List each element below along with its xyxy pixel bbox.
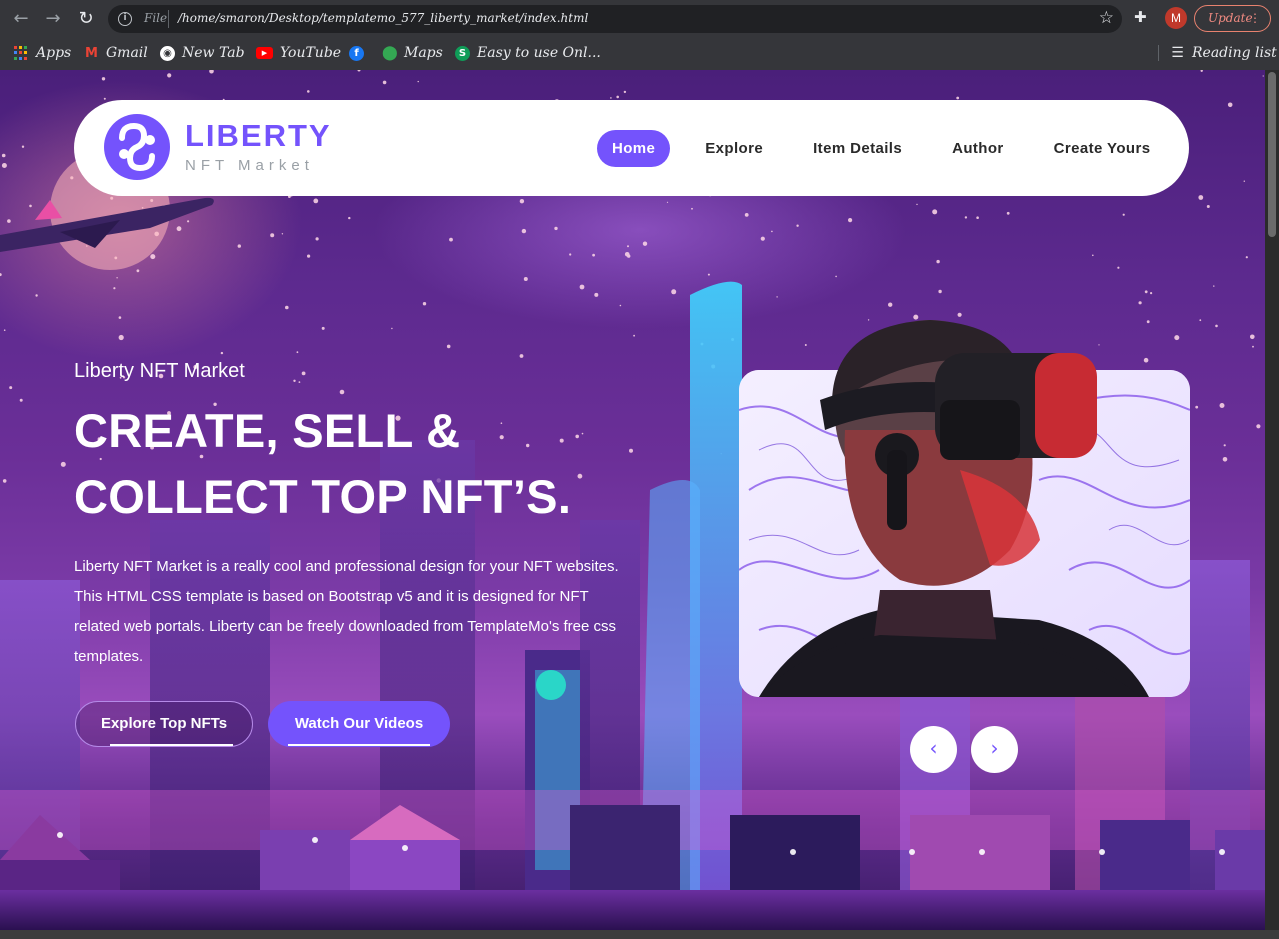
url-divider xyxy=(168,10,169,28)
bookmarks-divider xyxy=(1158,45,1159,61)
carousel-next-button[interactable]: › xyxy=(971,726,1018,773)
bookmark-easy-to-use[interactable]: S Easy to use Onl... xyxy=(455,42,601,64)
bottom-bar xyxy=(0,930,1279,939)
scrollbar-thumb[interactable] xyxy=(1268,72,1276,237)
s-site-icon: S xyxy=(455,45,470,61)
page-viewport: LIBERTY NFT Market Home Explore Item Det… xyxy=(0,70,1265,930)
back-arrow-icon[interactable]: ← xyxy=(10,8,32,30)
bookmark-maps[interactable]: ⬤ Maps xyxy=(382,42,443,64)
bookmark-star-icon[interactable]: ☆ xyxy=(1099,8,1114,28)
address-bar[interactable]: i File /home/smaron/Desktop/templatemo_5… xyxy=(108,5,1122,33)
youtube-icon: ▶ xyxy=(256,47,273,59)
url-scheme: File xyxy=(144,11,168,25)
bookmark-label: Gmail xyxy=(106,45,148,61)
reading-list-button[interactable]: ☰ Reading list xyxy=(1170,42,1277,64)
forward-arrow-icon[interactable]: → xyxy=(42,8,64,30)
bookmark-youtube[interactable]: ▶ YouTube xyxy=(256,42,341,64)
bookmark-label: Easy to use Onl... xyxy=(477,45,601,61)
bookmark-label: YouTube xyxy=(280,45,342,61)
page-scrollbar[interactable] xyxy=(1265,70,1279,930)
browser-toolbar: ← → ↻ i File /home/smaron/Desktop/templa… xyxy=(0,0,1279,37)
bookmarks-bar: Apps M Gmail ◉ New Tab ▶ YouTube f ⬤ Map… xyxy=(0,37,1279,69)
reading-list-label: Reading list xyxy=(1192,45,1277,61)
vr-headset-person-head xyxy=(759,320,1140,697)
update-label: Update xyxy=(1208,11,1253,25)
maps-pin-icon: ⬤ xyxy=(382,44,398,61)
bookmark-label: Apps xyxy=(36,45,72,61)
update-button[interactable]: Update ⋮ xyxy=(1194,5,1271,32)
bookmark-label: New Tab xyxy=(182,45,245,61)
info-icon[interactable]: i xyxy=(118,12,132,26)
extensions-puzzle-icon[interactable]: ✚ xyxy=(1134,8,1152,26)
reload-icon[interactable]: ↻ xyxy=(75,8,97,30)
bookmark-new-tab[interactable]: ◉ New Tab xyxy=(160,42,245,64)
bookmark-gmail[interactable]: M Gmail xyxy=(84,42,148,64)
apps-grid-icon xyxy=(14,45,29,61)
url-text[interactable]: /home/smaron/Desktop/templatemo_577_libe… xyxy=(178,11,588,25)
globe-icon: ◉ xyxy=(160,45,175,61)
carousel-prev-button[interactable]: ‹ xyxy=(910,726,957,773)
bookmark-apps[interactable]: Apps xyxy=(14,42,71,64)
bookmark-facebook[interactable]: f xyxy=(349,42,364,64)
bookmark-label: Maps xyxy=(404,45,443,61)
browser-chrome: ← → ↻ i File /home/smaron/Desktop/templa… xyxy=(0,0,1279,70)
profile-avatar[interactable]: M xyxy=(1165,7,1187,29)
facebook-icon: f xyxy=(349,45,364,61)
gmail-icon: M xyxy=(85,45,98,61)
menu-dots-icon[interactable]: ⋮ xyxy=(1249,6,1261,31)
reading-list-icon: ☰ xyxy=(1171,44,1184,61)
